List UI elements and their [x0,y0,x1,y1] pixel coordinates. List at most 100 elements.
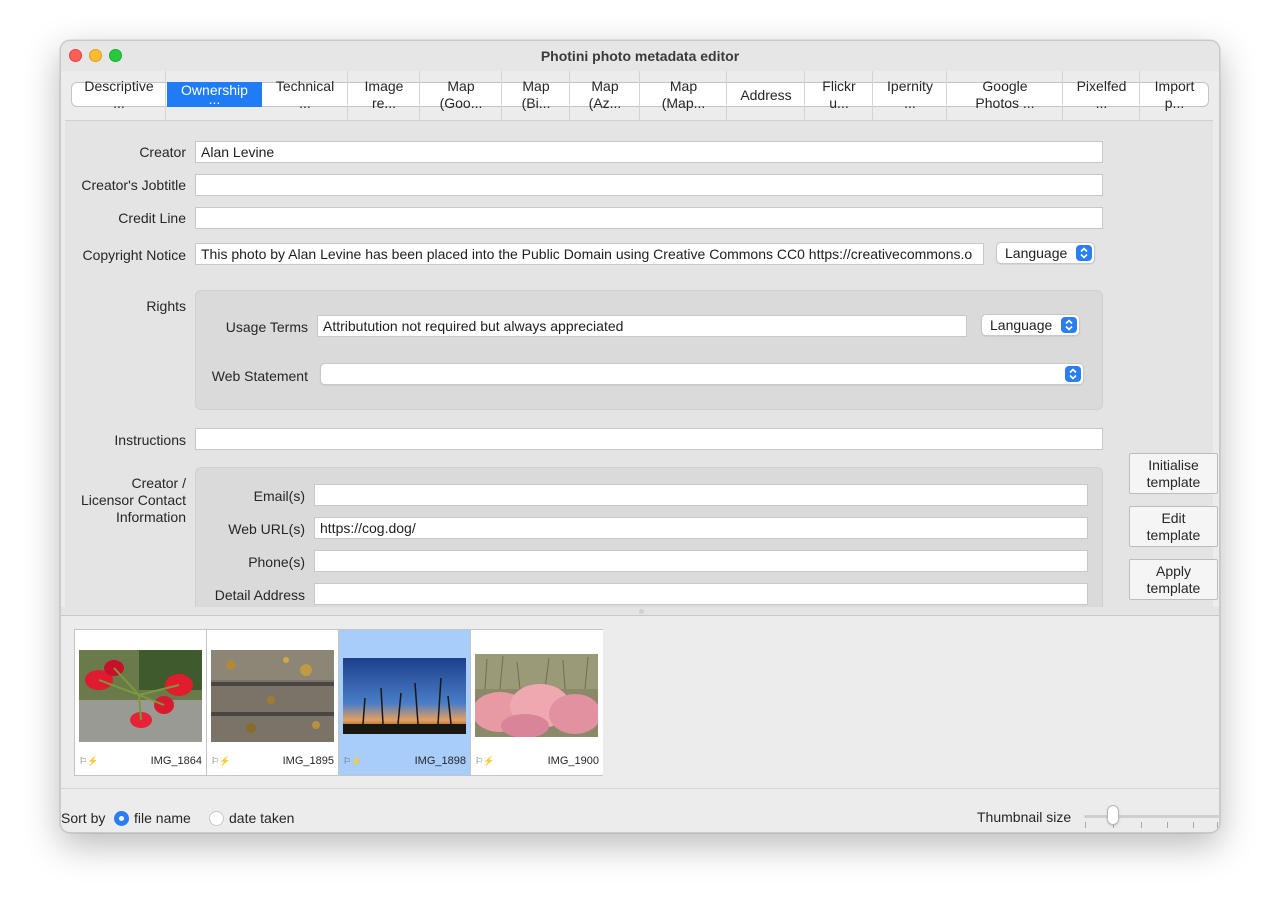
slider-tick [1141,822,1142,828]
tab-technical[interactable]: Technical ... [263,71,348,121]
thumbnail-flags: ⚐⚡ [475,756,495,766]
thumbnail-size-slider[interactable] [1084,815,1219,818]
web-url-label: Web URL(s) [228,521,305,537]
tab-label: Pixelfed [1076,78,1127,94]
tab-sublabel: p... [1164,95,1185,111]
phone-field[interactable] [314,550,1088,572]
tab-sublabel: ... [904,95,916,111]
copyright-language-select[interactable]: Language [996,242,1095,264]
thumbnail-flags: ⚐⚡ [211,756,231,766]
usage-language-select[interactable]: Language [981,314,1080,336]
main-window: Photini photo metadata editor Descriptiv… [60,40,1220,833]
tab-label: Map [522,78,550,94]
copyright-notice-label: Copyright Notice [82,247,187,263]
slider-tick [1193,822,1194,828]
tab-map-google[interactable]: Map (Goo... [421,71,502,121]
tab-sublabel: (Map... [661,95,706,111]
thumbnail-name: IMG_1900 [547,755,599,767]
tab-map-azure[interactable]: Map (Az... [571,71,640,121]
button-label: template [1146,580,1201,596]
phone-label: Phone(s) [248,554,305,570]
contact-info-label: Creator / Licensor Contact Information [65,475,186,526]
web-url-field[interactable]: https://cog.dog/ [314,517,1088,539]
thumbnail-item[interactable]: ⚐⚡ IMG_1900 [471,630,603,775]
usage-terms-field[interactable]: Attributution not required but always ap… [317,315,967,337]
rights-group: Usage Terms Attributution not required b… [195,290,1103,410]
tab-label: Import [1154,78,1195,94]
credit-line-field[interactable] [195,207,1103,229]
tab-label: Flickr [822,78,856,94]
sort-date-taken-label[interactable]: date taken [229,810,294,826]
tab-label: Technical [275,78,335,94]
tab-descriptive[interactable]: Descriptive ... [73,71,166,121]
title-bar: Photini photo metadata editor [61,41,1219,71]
tab-google-photos[interactable]: Google Photos ... [948,71,1063,121]
tab-flickr[interactable]: Flickr u... [806,71,873,121]
jobtitle-field[interactable] [195,174,1103,196]
thumbnail-name: IMG_1895 [282,755,334,767]
tab-map-mapbox[interactable]: Map (Map... [641,71,727,121]
thumbnail-strip: ⚐⚡ IMG_1864 ⚐⚡ IMG_1895 ⚐⚡ IMG_1898 ⚐⚡ I… [74,629,603,776]
sort-date-taken-radio[interactable] [209,811,224,826]
email-label: Email(s) [253,488,305,504]
thumbnail-name: IMG_1864 [150,755,202,767]
creator-field[interactable]: Alan Levine [195,141,1103,163]
copyright-notice-field[interactable]: This photo by Alan Levine has been place… [195,243,984,265]
edit-template-button[interactable]: Edit template [1129,506,1218,547]
tab-image-regions[interactable]: Image re... [349,71,420,121]
instructions-label: Instructions [114,432,186,448]
tab-sublabel: ... [299,95,311,111]
sort-file-name-radio[interactable] [114,811,129,826]
thumbnail-flags: ⚐⚡ [343,756,363,766]
web-statement-label: Web Statement [211,368,308,384]
select-value: Language [990,317,1053,333]
contact-label-line: Licensor Contact [80,492,186,508]
rights-label: Rights [146,298,186,314]
initialise-template-button[interactable]: Initialise template [1129,453,1218,494]
sort-by-label: Sort by [61,810,106,826]
thumbnail-image [79,650,202,742]
chevron-updown-icon [1076,245,1092,261]
bottom-bar: Sort by file name date taken Thumbnail s… [61,791,1219,832]
tab-label: Address [740,87,792,103]
tab-label: Ipernity [887,78,933,94]
detail-address-field[interactable] [314,583,1088,605]
tab-label: Map [591,78,619,94]
email-field[interactable] [314,484,1088,506]
button-label: template [1146,527,1201,543]
thumbnail-image [211,650,334,742]
tab-ownership[interactable]: Ownership ... [167,82,262,107]
tab-map-bing[interactable]: Map (Bi... [503,71,570,121]
tab-sublabel: (Goo... [439,95,483,111]
tab-label: Google [982,78,1028,94]
tab-sublabel: Photos ... [975,95,1035,111]
tab-sublabel: (Az... [588,95,622,111]
credit-line-label: Credit Line [118,210,186,226]
ownership-panel: Creator Alan Levine Creator's Jobtitle C… [65,120,1213,608]
tab-sublabel: ... [1095,95,1108,111]
thumbnail-item[interactable]: ⚐⚡ IMG_1864 [75,630,207,775]
window-title: Photini photo metadata editor [540,48,740,64]
button-label: template [1146,474,1201,490]
sort-file-name-label[interactable]: file name [134,810,191,826]
tab-pixelfed[interactable]: Pixelfed ... [1064,71,1140,121]
tab-sublabel: ... [113,95,125,111]
tab-import-photos[interactable]: Import p... [1141,71,1208,121]
splitter-handle[interactable] [61,607,1219,616]
apply-template-button[interactable]: Apply template [1129,559,1218,600]
tab-ipernity[interactable]: Ipernity ... [874,71,947,121]
thumbnail-item[interactable]: ⚐⚡ IMG_1895 [207,630,339,775]
detail-address-label: Detail Address [214,587,305,603]
instructions-field[interactable] [195,428,1103,450]
tab-label: Descriptive [84,78,154,94]
thumbnail-flags: ⚐⚡ [79,756,99,766]
tab-address[interactable]: Address [728,71,805,121]
chevron-updown-icon [1065,366,1081,382]
web-statement-combo[interactable] [320,363,1084,385]
slider-knob[interactable] [1107,805,1119,825]
usage-terms-label: Usage Terms [225,319,308,335]
thumbnail-item-selected[interactable]: ⚐⚡ IMG_1898 [339,630,471,775]
tab-label: Map [669,78,698,94]
button-label: Apply [1155,563,1192,579]
tab-sublabel: u... [829,95,849,111]
